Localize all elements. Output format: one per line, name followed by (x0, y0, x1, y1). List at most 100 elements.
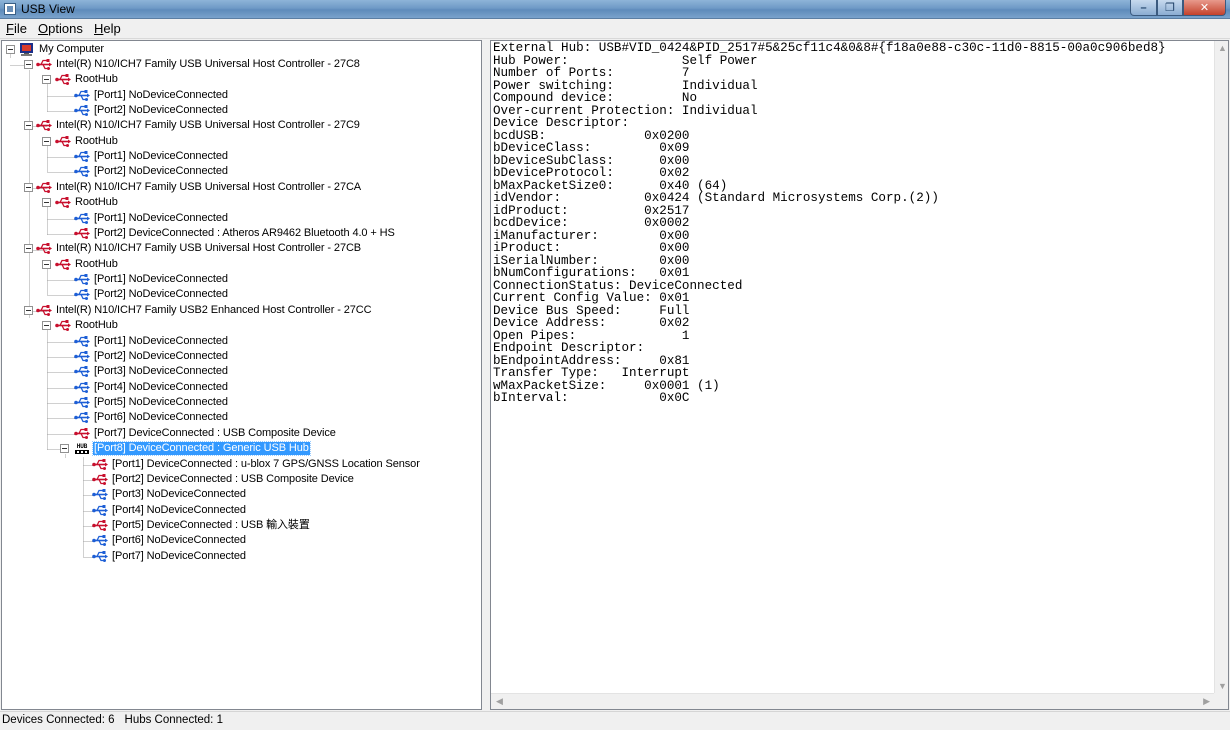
detail-line: External Hub: USB#VID_0424&PID_2517#5&25… (493, 41, 1166, 55)
device-tree[interactable]: My Computer Intel(R) N10/ICH7 Family USB… (1, 40, 482, 710)
tree-node-controller[interactable]: Intel(R) N10/ICH7 Family USB Universal H… (36, 180, 362, 195)
usb-hub-icon (55, 258, 71, 271)
usb-port-icon (74, 150, 90, 163)
tree-node-roothub[interactable]: RootHub (55, 257, 119, 272)
tree-node-port[interactable]: [Port4] NoDeviceConnected (74, 380, 229, 395)
collapse-toggle[interactable] (42, 321, 51, 330)
close-button[interactable]: ✕ (1183, 0, 1226, 16)
tree-node-controller[interactable]: Intel(R) N10/ICH7 Family USB Universal H… (36, 241, 362, 256)
detail-line: bcdDevice: 0x0002 (493, 216, 690, 230)
collapse-toggle[interactable] (42, 260, 51, 269)
vertical-scrollbar[interactable]: ▲ ▼ (1214, 41, 1228, 693)
collapse-toggle[interactable] (60, 444, 69, 453)
tree-node-port[interactable]: [Port5] NoDeviceConnected (74, 395, 229, 410)
menu-file[interactable]: File (6, 21, 27, 36)
usb-port-icon (74, 104, 90, 117)
minimize-button[interactable]: – (1130, 0, 1157, 16)
detail-line: bDeviceClass: 0x09 (493, 141, 690, 155)
tree-node-hub-port[interactable]: [Port5] DeviceConnected : USB 輸入裝置 (92, 518, 311, 533)
scroll-left-arrow-icon[interactable]: ◀ (496, 696, 503, 707)
usb-port-icon (74, 165, 90, 178)
tree-node-controller[interactable]: Intel(R) N10/ICH7 Family USB2 Enhanced H… (36, 303, 372, 318)
scroll-corner (1214, 693, 1228, 709)
usb-device-icon (92, 473, 108, 486)
detail-line: bDeviceProtocol: 0x02 (493, 166, 690, 180)
collapse-toggle[interactable] (24, 183, 33, 192)
menu-help[interactable]: Help (94, 21, 121, 36)
tree-node-hub-port[interactable]: [Port7] NoDeviceConnected (92, 549, 247, 564)
tree-node-hub-port[interactable]: [Port4] NoDeviceConnected (92, 503, 247, 518)
tree-node-port[interactable]: [Port2] NoDeviceConnected (74, 349, 229, 364)
usb-port-icon (74, 411, 90, 424)
tree-node-port[interactable]: [Port2] NoDeviceConnected (74, 164, 229, 179)
title-bar[interactable]: USB View – ❐ ✕ (0, 0, 1230, 19)
tree-node-port[interactable]: [Port2] NoDeviceConnected (74, 103, 229, 118)
collapse-toggle[interactable] (24, 244, 33, 253)
detail-line: Transfer Type: Interrupt (493, 366, 690, 380)
tree-node-port[interactable]: [Port1] NoDeviceConnected (74, 272, 229, 287)
usb-port-icon (74, 381, 90, 394)
tree-node-hub-port[interactable]: [Port1] DeviceConnected : u-blox 7 GPS/G… (92, 457, 421, 472)
scroll-right-arrow-icon[interactable]: ▶ (1203, 696, 1210, 707)
menu-bar: File Options Help (0, 19, 1230, 39)
tree-node-roothub[interactable]: RootHub (55, 134, 119, 149)
tree-node-roothub[interactable]: RootHub (55, 318, 119, 333)
usb-port-icon (74, 335, 90, 348)
detail-pane[interactable]: External Hub: USB#VID_0424&PID_2517#5&25… (490, 40, 1229, 710)
maximize-button[interactable]: ❐ (1157, 0, 1183, 16)
detail-line: Endpoint Descriptor: (493, 341, 645, 355)
tree-node-controller[interactable]: Intel(R) N10/ICH7 Family USB Universal H… (36, 118, 361, 133)
tree-node-port[interactable]: [Port1] NoDeviceConnected (74, 88, 229, 103)
usb-controller-icon (36, 58, 52, 71)
usb-hub-icon (55, 135, 71, 148)
usb-hub-icon (55, 319, 71, 332)
tree-node-port[interactable]: [Port2] DeviceConnected : Atheros AR9462… (74, 226, 396, 241)
detail-line: bInterval: 0x0C (493, 391, 690, 405)
horizontal-scrollbar[interactable]: ◀ ▶ (491, 693, 1215, 709)
device-details-text[interactable]: External Hub: USB#VID_0424&PID_2517#5&25… (493, 42, 1166, 405)
tree-node-port[interactable]: [Port6] NoDeviceConnected (74, 410, 229, 425)
pane-splitter[interactable] (482, 40, 490, 710)
collapse-toggle[interactable] (42, 198, 51, 207)
scroll-down-arrow-icon[interactable]: ▼ (1218, 681, 1227, 691)
scroll-up-arrow-icon[interactable]: ▲ (1218, 43, 1227, 53)
usb-controller-icon (36, 181, 52, 194)
detail-line: Device Descriptor: (493, 116, 630, 130)
tree-node-port[interactable]: [Port1] NoDeviceConnected (74, 334, 229, 349)
usb-port-icon (74, 273, 90, 286)
tree-node-generic-usb-hub[interactable]: HUB [Port8] DeviceConnected : Generic USB… (74, 441, 311, 456)
collapse-toggle[interactable] (24, 121, 33, 130)
usb-controller-icon (36, 119, 52, 132)
usb-controller-icon (36, 242, 52, 255)
usb-hub-icon (55, 73, 71, 86)
usb-port-icon (92, 534, 108, 547)
tree-node-hub-port[interactable]: [Port6] NoDeviceConnected (92, 533, 247, 548)
detail-line: Current Config Value: 0x01 (493, 291, 690, 305)
usb-port-icon (74, 212, 90, 225)
tree-node-roothub[interactable]: RootHub (55, 72, 119, 87)
menu-options[interactable]: Options (38, 21, 83, 36)
tree-node-port[interactable]: [Port3] NoDeviceConnected (74, 364, 229, 379)
tree-node-controller[interactable]: Intel(R) N10/ICH7 Family USB Universal H… (36, 57, 361, 72)
detail-line: Device Address: 0x02 (493, 316, 690, 330)
usb-port-icon (92, 550, 108, 563)
tree-node-roothub[interactable]: RootHub (55, 195, 119, 210)
detail-line: Compound device: No (493, 91, 698, 105)
computer-icon (19, 43, 35, 56)
tree-node-port[interactable]: [Port2] NoDeviceConnected (74, 287, 229, 302)
tree-node-port[interactable]: [Port1] NoDeviceConnected (74, 211, 229, 226)
usb-port-icon (92, 504, 108, 517)
usb-port-icon (74, 350, 90, 363)
collapse-toggle[interactable] (42, 75, 51, 84)
collapse-toggle[interactable] (6, 45, 15, 54)
collapse-toggle[interactable] (42, 137, 51, 146)
usb-port-icon (74, 396, 90, 409)
collapse-toggle[interactable] (24, 60, 33, 69)
collapse-toggle[interactable] (24, 306, 33, 315)
tree-node-hub-port[interactable]: [Port3] NoDeviceConnected (92, 487, 247, 502)
tree-node-my-computer[interactable]: My Computer (19, 42, 105, 57)
tree-node-port[interactable]: [Port1] NoDeviceConnected (74, 149, 229, 164)
usb-device-icon (74, 427, 90, 440)
tree-node-hub-port[interactable]: [Port2] DeviceConnected : USB Composite … (92, 472, 355, 487)
tree-node-port[interactable]: [Port7] DeviceConnected : USB Composite … (74, 426, 337, 441)
